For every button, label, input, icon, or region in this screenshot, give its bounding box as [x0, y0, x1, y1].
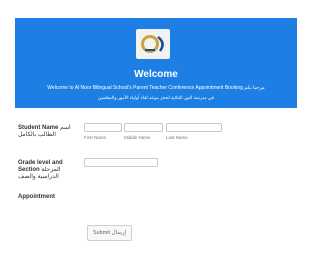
last-name-sublabel: Last Name [166, 135, 188, 140]
first-name-sublabel: First Name [84, 135, 107, 140]
grade-label: Grade level and Section المرحلة الدراسية… [18, 160, 63, 180]
student-name-label: Student Name اسم الطالب بالكامل [18, 125, 71, 138]
middle-name-input[interactable] [124, 123, 163, 132]
welcome-subtitle-arabic: في مدرسة النور الثنائية لحجز موعد لقاء أ… [98, 95, 214, 100]
last-name-input[interactable] [166, 123, 222, 132]
submit-button[interactable]: Submit إرسال [87, 225, 132, 241]
form-header: Welcome Welcome to Al Noor Bilingual Sch… [15, 18, 297, 108]
school-logo [136, 29, 170, 59]
middle-name-sublabel: Middle Name [124, 135, 151, 140]
appointment-label: Appointment [18, 194, 55, 200]
grade-input[interactable] [84, 158, 158, 167]
first-name-input[interactable] [84, 123, 122, 132]
welcome-subtitle: Welcome to Al Noor Bilingual School's Pa… [47, 85, 265, 91]
page-title: Welcome [134, 69, 178, 80]
